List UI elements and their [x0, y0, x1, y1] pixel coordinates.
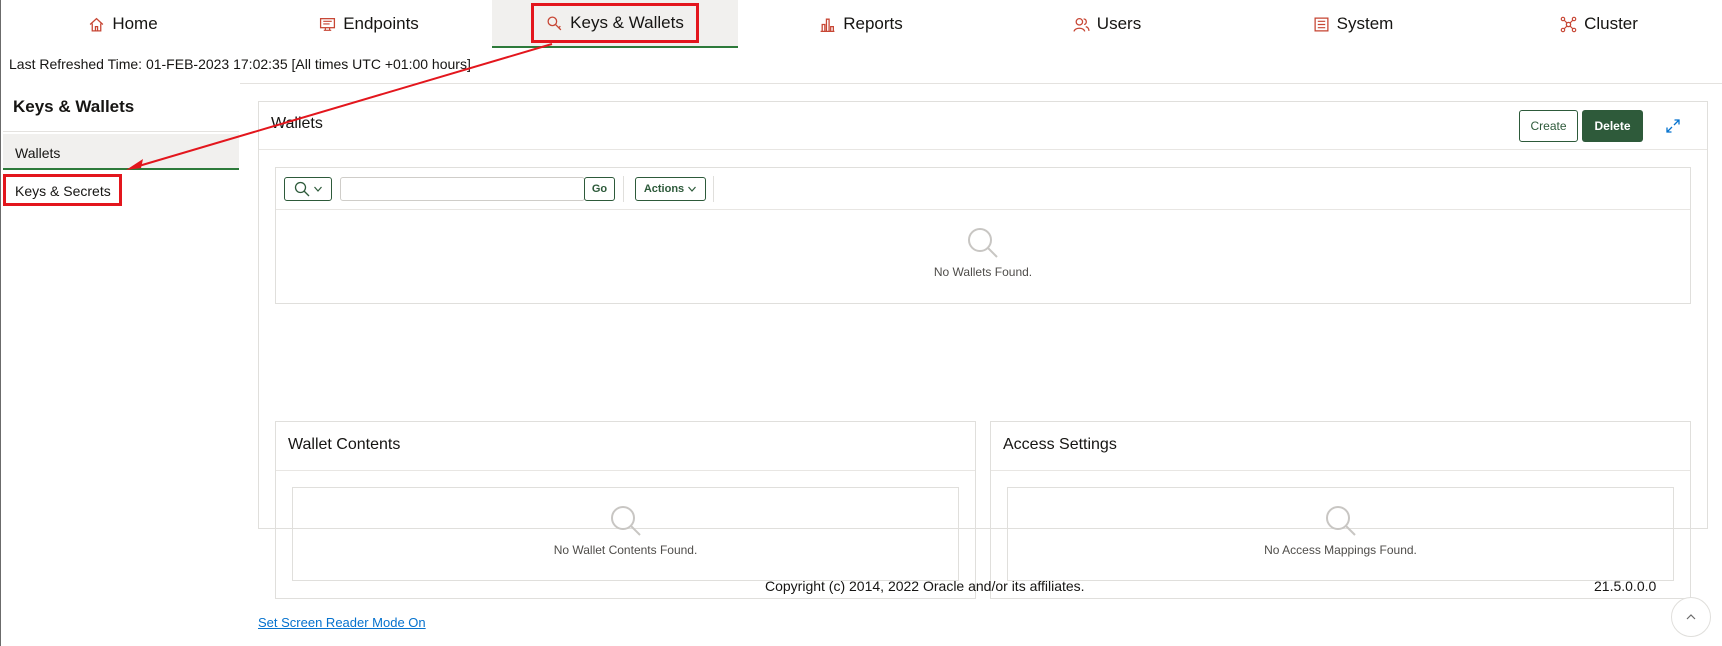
- sidebar-divider: [3, 131, 239, 132]
- version-text: 21.5.0.0.0: [1594, 578, 1657, 594]
- magnifier-icon: [1325, 506, 1356, 536]
- actions-label: Actions: [643, 183, 685, 195]
- tab-system-label: System: [1336, 14, 1394, 33]
- wallet-contents-title: Wallet Contents: [288, 436, 401, 453]
- top-navigation: Home Endpoints Keys & Wallets Reports Us…: [0, 0, 1722, 48]
- sidebar-item-wallets[interactable]: Wallets: [3, 134, 239, 170]
- tab-keys-wallets[interactable]: Keys & Wallets: [492, 0, 738, 48]
- no-wallets-text: No Wallets Found.: [933, 265, 1033, 279]
- tab-users-label: Users: [1096, 14, 1142, 33]
- users-icon: [1073, 17, 1090, 32]
- access-settings-empty-state: No Access Mappings Found.: [1008, 503, 1673, 557]
- cluster-icon: [1560, 16, 1577, 32]
- tab-endpoints[interactable]: Endpoints: [246, 0, 492, 48]
- home-icon: [90, 17, 104, 32]
- report-toolbar: Go Actions: [276, 168, 1690, 210]
- tab-system[interactable]: System: [1230, 0, 1476, 48]
- wallets-panel-title: Wallets: [271, 115, 323, 132]
- wallet-contents-empty-state: No Wallet Contents Found.: [293, 503, 958, 557]
- scroll-to-top-button[interactable]: [1671, 597, 1711, 637]
- sidebar-item-keys-secrets[interactable]: Keys & Secrets: [3, 174, 122, 206]
- key-icon: [547, 15, 562, 30]
- toolbar-separator: [623, 176, 624, 202]
- keys-wallets-highlight-box: Keys & Wallets: [531, 3, 699, 43]
- tab-cluster-label: Cluster: [1584, 14, 1638, 33]
- tab-endpoints-label: Endpoints: [343, 14, 419, 33]
- chevron-down-icon: [313, 186, 322, 192]
- no-access-mappings-text: No Access Mappings Found.: [1264, 543, 1417, 557]
- access-settings-title: Access Settings: [1003, 436, 1117, 453]
- wallet-contents-region: No Wallet Contents Found.: [292, 487, 959, 581]
- actions-menu-button[interactable]: Actions: [635, 177, 706, 201]
- last-refreshed-time: Last Refreshed Time: 01-FEB-2023 17:02:3…: [9, 56, 471, 72]
- search-column-button[interactable]: [284, 177, 332, 201]
- copyright-text: Copyright (c) 2014, 2022 Oracle and/or i…: [765, 578, 1085, 594]
- tab-reports-label: Reports: [843, 14, 903, 33]
- wallet-contents-panel: Wallet Contents No Wallet Contents Found…: [275, 421, 976, 599]
- access-settings-panel: Access Settings No Access Mappings Found…: [990, 421, 1691, 599]
- tab-home-label: Home: [112, 14, 158, 33]
- bar-chart-icon: [820, 18, 835, 32]
- access-settings-header: Access Settings: [991, 422, 1690, 471]
- create-button[interactable]: Create: [1519, 110, 1578, 142]
- system-icon: [1314, 16, 1329, 32]
- window-frame-edge: [0, 0, 1, 646]
- chevron-up-icon: [1686, 614, 1696, 620]
- wallets-empty-state: No Wallets Found.: [276, 225, 1690, 279]
- tab-reports[interactable]: Reports: [738, 0, 984, 48]
- sidebar-title: Keys & Wallets: [13, 97, 135, 116]
- search-icon: [294, 181, 309, 197]
- monitor-icon: [320, 17, 336, 31]
- access-settings-region: No Access Mappings Found.: [1007, 487, 1674, 581]
- magnifier-icon: [968, 228, 998, 258]
- no-wallet-contents-text: No Wallet Contents Found.: [553, 543, 698, 557]
- tab-users[interactable]: Users: [984, 0, 1230, 48]
- magnifier-icon: [610, 506, 641, 536]
- divider: [240, 83, 1722, 84]
- screen-reader-mode-link[interactable]: Set Screen Reader Mode On: [258, 615, 426, 630]
- tab-cluster[interactable]: Cluster: [1476, 0, 1722, 48]
- tab-home[interactable]: Home: [0, 0, 246, 48]
- tab-keys-wallets-label: Keys & Wallets: [570, 13, 684, 32]
- wallets-report-region: Go Actions No Wallets Found.: [275, 167, 1691, 304]
- go-button[interactable]: Go: [584, 177, 615, 201]
- expand-icon[interactable]: [1665, 118, 1681, 134]
- wallets-panel: Wallets Create Delete Go Actions No Wall…: [258, 101, 1708, 599]
- wallets-panel-header: Wallets Create Delete: [259, 102, 1707, 150]
- chevron-down-icon: [688, 186, 697, 192]
- delete-button[interactable]: Delete: [1582, 110, 1643, 142]
- search-input[interactable]: [340, 177, 585, 201]
- toolbar-separator: [713, 176, 714, 202]
- wallet-contents-header: Wallet Contents: [276, 422, 975, 471]
